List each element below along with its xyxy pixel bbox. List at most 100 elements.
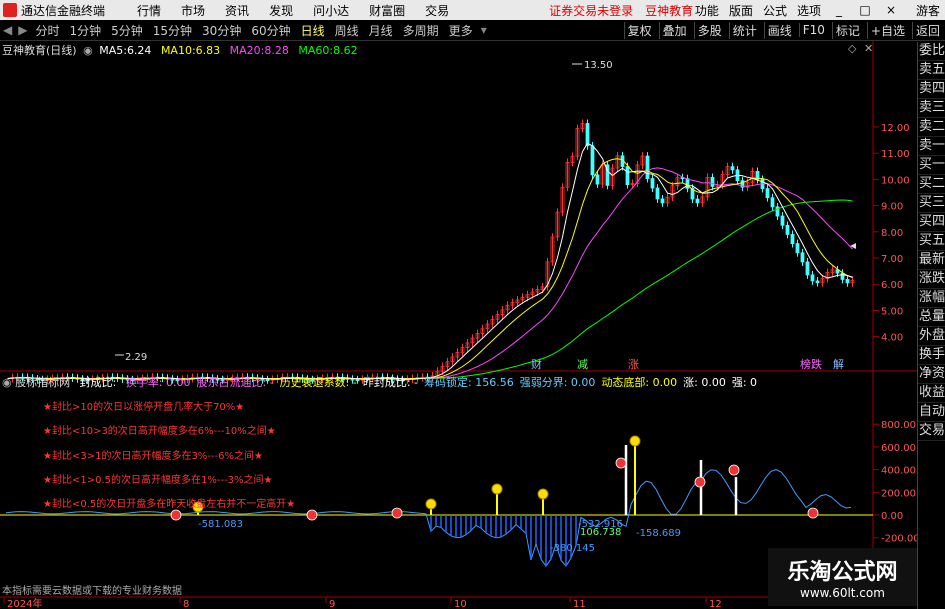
side-item-14[interactable]: 总量 bbox=[918, 308, 945, 327]
x-label-4: 11 bbox=[573, 599, 586, 609]
stock-title[interactable]: 豆神教育(日线) bbox=[2, 44, 77, 57]
period-more[interactable]: 更多 bbox=[447, 22, 475, 39]
tool-overlay[interactable]: 叠加 bbox=[658, 21, 690, 39]
period-15min[interactable]: 15分钟 bbox=[151, 22, 194, 39]
menu-news[interactable]: 资讯 bbox=[225, 2, 249, 19]
side-item-10[interactable]: 买五 bbox=[918, 232, 945, 251]
ind-item-4: 昨封成比: - bbox=[362, 376, 419, 389]
ma10-line bbox=[7, 158, 853, 380]
forward-arrow-icon[interactable]: ▶ bbox=[18, 23, 27, 37]
guest-label[interactable]: 游客 bbox=[916, 2, 940, 19]
side-item-12[interactable]: 涨跌 bbox=[918, 270, 945, 289]
ind-item-2: 股东占流通比: - bbox=[196, 376, 274, 389]
period-60min[interactable]: 60分钟 bbox=[249, 22, 292, 39]
high-price-label: 13.50 bbox=[584, 60, 613, 71]
login-notice[interactable]: 证券交易未登录 bbox=[549, 2, 633, 19]
candlesticks bbox=[10, 119, 855, 384]
back-arrow-icon[interactable]: ◀ bbox=[3, 23, 12, 37]
pin-icon bbox=[425, 498, 437, 510]
period-intraday[interactable]: 分时 bbox=[33, 22, 61, 39]
close-button[interactable]: × bbox=[883, 3, 899, 17]
period-weekly[interactable]: 周线 bbox=[333, 22, 361, 39]
menu-wealth[interactable]: 财富圈 bbox=[369, 2, 405, 19]
tool-draw[interactable]: 画线 bbox=[763, 21, 795, 39]
ind-settings-icon[interactable]: ◉ bbox=[2, 376, 12, 389]
price-tick-4: 8.00 bbox=[881, 228, 903, 239]
period-5min[interactable]: 5分钟 bbox=[109, 22, 145, 39]
tool-multi-stock[interactable]: 多股 bbox=[693, 21, 725, 39]
side-item-13[interactable]: 涨幅 bbox=[918, 289, 945, 308]
period-1min[interactable]: 1分钟 bbox=[67, 22, 103, 39]
side-item-2[interactable]: 卖四 bbox=[918, 80, 945, 99]
period-30min[interactable]: 30分钟 bbox=[200, 22, 243, 39]
app-title: 通达信金融终端 bbox=[21, 3, 106, 18]
side-item-19[interactable]: 自动 bbox=[918, 403, 945, 422]
settings-circle-icon[interactable]: ◉ bbox=[83, 44, 93, 57]
chart-controls: ◇ ✕ bbox=[848, 42, 873, 55]
side-item-20[interactable]: 交易 bbox=[918, 422, 945, 441]
marker-list-drop[interactable]: 榜跌 bbox=[800, 357, 822, 371]
side-item-5[interactable]: 卖一 bbox=[918, 137, 945, 156]
tool-f10[interactable]: F10 bbox=[798, 23, 828, 37]
ma60-label: MA60: bbox=[298, 44, 334, 57]
side-item-1[interactable]: 卖五 bbox=[918, 61, 945, 80]
side-item-6[interactable]: 买一 bbox=[918, 156, 945, 175]
tool-stats[interactable]: 统计 bbox=[728, 21, 760, 39]
menu-discover[interactable]: 发现 bbox=[269, 2, 293, 19]
tool-add-watchlist[interactable]: +自选 bbox=[866, 21, 908, 39]
close-panel-icon[interactable]: ✕ bbox=[864, 42, 873, 55]
minimize-button[interactable]: _ bbox=[831, 3, 847, 17]
marker-rise[interactable]: 涨 bbox=[628, 358, 639, 371]
side-item-16[interactable]: 换手 bbox=[918, 346, 945, 365]
ind-item-1: 换手率: 0.00 bbox=[125, 376, 191, 389]
price-tick-3: 9.00 bbox=[881, 202, 903, 213]
side-item-0[interactable]: 委比 bbox=[918, 42, 945, 61]
diamond-icon[interactable]: ◇ bbox=[848, 42, 856, 55]
side-item-3[interactable]: 卖三 bbox=[918, 99, 945, 118]
menu-options[interactable]: 选项 bbox=[797, 2, 821, 19]
tool-mark[interactable]: 标记 bbox=[831, 21, 863, 39]
menu-formula[interactable]: 公式 bbox=[763, 2, 787, 19]
side-item-18[interactable]: 收益 bbox=[918, 384, 945, 403]
price-tick-6: 6.00 bbox=[881, 280, 903, 291]
marker-reduce[interactable]: 减 bbox=[577, 358, 588, 371]
side-item-11[interactable]: 最新 bbox=[918, 251, 945, 270]
ma20-value: 8.28 bbox=[264, 44, 289, 57]
menu-hq[interactable]: 行情 bbox=[137, 2, 161, 19]
maximize-button[interactable]: □ bbox=[857, 3, 873, 17]
ind-item-5: 筹码锁定: 156.56 bbox=[424, 376, 514, 389]
x-label-5: 12 bbox=[709, 599, 722, 609]
side-item-8[interactable]: 买三 bbox=[918, 194, 945, 213]
period-multi[interactable]: 多周期 bbox=[401, 22, 441, 39]
side-item-15[interactable]: 外盘 bbox=[918, 327, 945, 346]
chart-area[interactable]: 12.0011.0010.009.008.007.006.005.004.00 … bbox=[0, 41, 917, 609]
brand-label: 豆神教育 bbox=[645, 3, 694, 18]
chart-title-row: 豆神教育(日线) ◉ MA5:6.24 MA10:6.83 MA20:8.28 … bbox=[2, 42, 358, 58]
marker-finance[interactable]: 财 bbox=[531, 357, 542, 371]
side-item-4[interactable]: 卖二 bbox=[918, 118, 945, 137]
price-tick-8: 4.00 bbox=[881, 333, 903, 344]
menu-trade[interactable]: 交易 bbox=[425, 2, 449, 19]
menu-ask[interactable]: 问小达 bbox=[313, 2, 349, 19]
footer-note: 本指标需要云数据或下载的专业财务数据 bbox=[2, 586, 182, 597]
side-item-17[interactable]: 净资 bbox=[918, 365, 945, 384]
menu-function[interactable]: 功能 bbox=[695, 2, 719, 19]
menu-layout[interactable]: 版面 bbox=[729, 2, 753, 19]
indicator-name[interactable]: 股标指标网 bbox=[15, 376, 70, 389]
ind-value-3: -158.689 bbox=[636, 528, 681, 539]
ind-tick-0: 800.00 bbox=[881, 420, 916, 431]
ind-item-8: 涨: 0.00 bbox=[683, 376, 726, 389]
more-dropdown-icon[interactable]: ▾ bbox=[481, 23, 487, 37]
menu-market[interactable]: 市场 bbox=[181, 2, 205, 19]
tool-back[interactable]: 返回 bbox=[911, 21, 943, 39]
side-item-9[interactable]: 买四 bbox=[918, 213, 945, 232]
tool-adjust[interactable]: 复权 bbox=[623, 21, 655, 39]
side-panel: 委比 卖五 卖四 卖三 卖二 卖一 买一 买二 买三 买四 买五 最新 涨跌 涨幅 总量 外盘 换手 净资 收益 自动… bbox=[917, 42, 945, 609]
side-item-7[interactable]: 买二 bbox=[918, 175, 945, 194]
period-daily[interactable]: 日线 bbox=[299, 22, 327, 39]
signal-ball-icon bbox=[807, 507, 819, 519]
period-toolbar: ◀ ▶ 分时 1分钟 5分钟 15分钟 30分钟 60分钟 日线 周线 月线 多… bbox=[0, 20, 945, 41]
period-monthly[interactable]: 月线 bbox=[367, 22, 395, 39]
marker-unlock[interactable]: 解 bbox=[833, 357, 844, 371]
ind-item-9: 强: 0 bbox=[731, 376, 758, 389]
